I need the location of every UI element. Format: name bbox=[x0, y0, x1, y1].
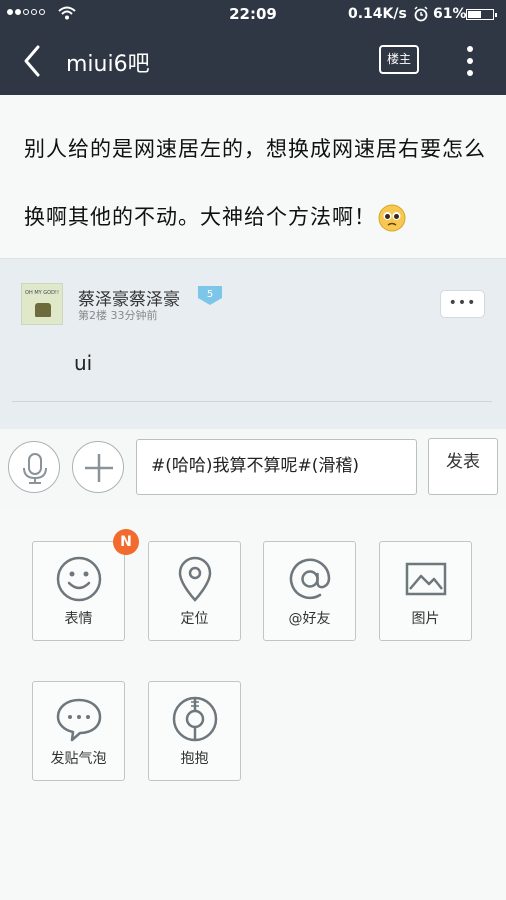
pleading-face-emoji-icon bbox=[378, 204, 406, 232]
avatar-caption: OH MY GOD!! bbox=[25, 290, 59, 296]
level-number: 5 bbox=[207, 289, 213, 300]
more-vertical-icon[interactable] bbox=[464, 44, 476, 78]
plus-icon bbox=[85, 454, 113, 482]
status-bar: 22:09 0.14K/s 61% bbox=[0, 0, 506, 28]
smiley-icon bbox=[56, 556, 102, 602]
tile-label: 图片 bbox=[411, 611, 440, 627]
tile-label: 发贴气泡 bbox=[50, 751, 107, 767]
tile-image[interactable]: 图片 bbox=[379, 541, 472, 641]
reply-content: ui bbox=[74, 351, 93, 375]
tile-label: 定位 bbox=[180, 611, 209, 627]
level-badge-icon: 5 bbox=[198, 286, 222, 305]
tile-mention-friend[interactable]: @好友 bbox=[263, 541, 356, 641]
new-badge: N bbox=[113, 529, 139, 555]
reply-more-button[interactable]: ••• bbox=[440, 290, 485, 318]
plus-button[interactable] bbox=[72, 441, 124, 493]
at-icon bbox=[289, 558, 331, 600]
forum-title: miui6吧 bbox=[66, 52, 150, 77]
post-text: 别人给的是网速居左的，想换成网速居右要怎么换啊其他的不动。大神给个方法啊！ bbox=[24, 115, 490, 251]
reply-input[interactable]: #(哈哈)我算不算呢#(滑稽) bbox=[136, 439, 417, 495]
battery-icon bbox=[466, 9, 497, 20]
status-time: 22:09 bbox=[229, 5, 277, 23]
owner-only-button[interactable]: 楼主 bbox=[379, 45, 419, 74]
chat-bubble-icon bbox=[56, 698, 102, 742]
tile-post-bubble[interactable]: 发贴气泡 bbox=[32, 681, 125, 781]
publish-button[interactable]: 发表 bbox=[428, 438, 498, 495]
nav-bar: miui6吧 楼主 bbox=[0, 28, 506, 95]
reply-card: OH MY GOD!! 蔡泽豪蔡泽豪 5 第2楼 33分钟前 ••• ui bbox=[0, 259, 506, 429]
microphone-button[interactable] bbox=[8, 441, 60, 493]
divider bbox=[12, 401, 492, 402]
microphone-icon bbox=[23, 453, 47, 484]
network-speed: 0.14K/s bbox=[348, 6, 407, 22]
attachment-panel: 表情 定位 @好友 图片 发贴气泡 抱抱 N bbox=[0, 509, 506, 900]
tile-label: 表情 bbox=[64, 611, 93, 627]
battery-percent: 61% bbox=[433, 6, 467, 22]
avatar[interactable]: OH MY GOD!! bbox=[21, 283, 63, 325]
tile-label: @好友 bbox=[288, 611, 331, 627]
tile-emoticons[interactable]: 表情 bbox=[32, 541, 125, 641]
alarm-icon bbox=[414, 6, 428, 22]
input-bar: #(哈哈)我算不算呢#(滑稽) 发表 bbox=[0, 429, 506, 509]
tile-location[interactable]: 定位 bbox=[148, 541, 241, 641]
image-icon bbox=[405, 562, 447, 596]
post-body: 别人给的是网速居左的，想换成网速居右要怎么换啊其他的不动。大神给个方法啊！ bbox=[0, 95, 506, 259]
tile-hug[interactable]: 抱抱 bbox=[148, 681, 241, 781]
reply-meta: 第2楼 33分钟前 bbox=[78, 309, 158, 322]
tile-label: 抱抱 bbox=[180, 751, 209, 767]
back-arrow-icon[interactable] bbox=[18, 44, 50, 78]
hug-icon bbox=[172, 696, 218, 742]
location-pin-icon bbox=[178, 556, 212, 602]
